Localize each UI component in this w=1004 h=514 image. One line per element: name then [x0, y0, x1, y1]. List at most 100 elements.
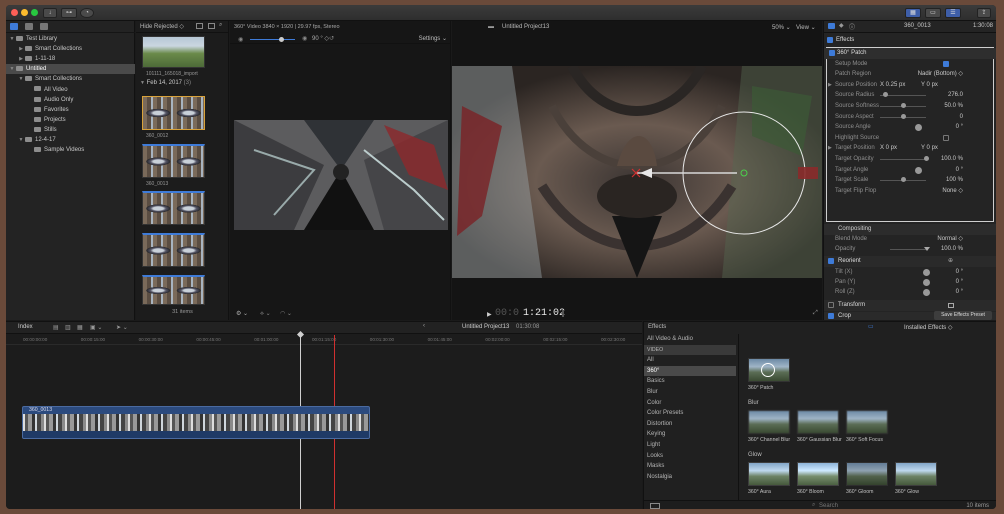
effects-category-item[interactable]: Blur [644, 387, 736, 398]
settings-menu[interactable]: Settings ⌄ [419, 35, 447, 42]
transform-row[interactable]: Transform [824, 300, 996, 311]
photos-audio-icon[interactable] [25, 23, 33, 30]
clip-thumbnail[interactable] [142, 144, 205, 178]
effects-enable-checkbox[interactable] [827, 37, 833, 43]
installed-effects-menu[interactable]: Installed Effects ◇ [904, 324, 953, 331]
effects-category-item[interactable]: VIDEO [644, 344, 736, 356]
effects-category-item[interactable]: All Video & Audio [644, 334, 736, 345]
disclosure-icon[interactable]: ▶ [828, 143, 832, 154]
effects-category-item[interactable]: Looks [644, 451, 736, 462]
param-slider-knob[interactable] [901, 103, 906, 108]
titles-generators-icon[interactable] [40, 23, 48, 30]
show-timeline-icon[interactable]: ▭ [925, 8, 941, 18]
roll-row[interactable]: Roll (Z) 0 ° [824, 287, 996, 298]
overwrite-clip-icon[interactable]: ▣ ⌄ [90, 324, 102, 331]
effect-aura[interactable] [748, 462, 790, 486]
x-value[interactable]: X 0.25 px [880, 80, 905, 91]
import-icon[interactable]: ↓ [43, 8, 57, 18]
connect-clip-icon[interactable]: ▤ [53, 324, 59, 331]
highlight-source-checkbox[interactable] [943, 134, 949, 141]
y-value[interactable]: Y 0 px [921, 143, 938, 154]
show-inspector-icon[interactable]: ☰ [945, 8, 961, 18]
blend-mode-row[interactable]: Blend Mode Normal ◇ [824, 234, 996, 245]
library-item[interactable]: ▼ Smart Collections [6, 74, 135, 84]
zoom-window-button[interactable] [31, 9, 38, 16]
video-360-frame[interactable] [234, 120, 448, 230]
disclosure-icon[interactable]: ▶ [17, 44, 25, 54]
library-item[interactable]: ▼ Test Library [6, 34, 135, 44]
append-clip-icon[interactable]: ▦ [77, 324, 83, 331]
setup-mode-checkbox[interactable] [943, 60, 949, 67]
param-value[interactable]: Nadir (Bottom) ◇ [918, 69, 963, 80]
search-icon[interactable]: ⌕ [219, 22, 222, 29]
effect-gaussian-blur[interactable] [797, 410, 839, 434]
inspector-param-row[interactable]: Target Opacity 100.0 % [824, 154, 996, 165]
inspector-param-row[interactable]: Source Aspect 0 [824, 112, 996, 123]
timeline-clip[interactable]: 360_0013 [22, 406, 370, 439]
transform-checkbox[interactable] [828, 302, 834, 308]
library-item[interactable]: ▼ 12-4-17 [6, 135, 135, 145]
inspector-param-row[interactable]: Target Flip Flop None ◇ [824, 186, 996, 197]
keywords-icon[interactable]: ⊶ [61, 8, 77, 18]
effect-gloom[interactable] [846, 462, 888, 486]
clip-thumbnail[interactable] [142, 36, 205, 68]
zoom-menu[interactable]: 50% ⌄ [772, 24, 791, 31]
compositing-header[interactable]: Compositing [824, 224, 996, 235]
reorient-row[interactable]: Reorient ⊕ [824, 256, 996, 267]
angle-dial-icon[interactable] [915, 166, 922, 174]
audio-meter-icon[interactable]: ▭ [868, 323, 874, 330]
patch-enable-checkbox[interactable] [829, 50, 835, 56]
param-value[interactable]: 50.0 % [944, 101, 963, 112]
select-tool-icon[interactable]: ➤ ⌄ [116, 324, 128, 331]
param-slider-knob[interactable] [882, 92, 888, 98]
tilt-row[interactable]: Tilt (X) 0 ° [824, 267, 996, 278]
view-menu[interactable]: View ⌄ [796, 24, 816, 31]
effects-category-item[interactable]: 360° [644, 365, 736, 377]
disclosure-icon[interactable]: ▼ [17, 135, 25, 145]
library-item[interactable]: Favorites [6, 105, 135, 115]
effects-category-item[interactable]: Color [644, 398, 736, 409]
disclosure-icon[interactable]: ▼ [8, 34, 16, 44]
effect-360-patch[interactable] [748, 358, 790, 382]
clip-thumbnail[interactable] [142, 96, 205, 130]
background-tasks-icon[interactable]: ◔ [80, 8, 94, 18]
effects-category-item[interactable]: Basics [644, 376, 736, 387]
effect-soft-focus[interactable] [846, 410, 888, 434]
pan-row[interactable]: Pan (Y) 0 ° [824, 277, 996, 288]
zoom-out-icon[interactable]: ◉ [238, 36, 243, 43]
disclosure-icon[interactable]: ▶ [17, 54, 25, 64]
fov-slider[interactable] [250, 39, 295, 40]
opacity-slider-knob[interactable] [924, 247, 930, 251]
opacity-row[interactable]: Opacity 100.0 % [824, 244, 996, 255]
video-frame[interactable] [452, 66, 822, 278]
param-value[interactable]: 100.0 % [941, 154, 963, 165]
reorient-target-icon[interactable]: ⊕ [948, 256, 953, 267]
libraries-icon[interactable] [10, 23, 18, 30]
effect-glow[interactable] [895, 462, 937, 486]
play-icon[interactable]: ▶ [487, 311, 492, 318]
library-item[interactable]: Audio Only [6, 95, 135, 105]
pan-dial-icon[interactable] [923, 279, 930, 286]
insert-clip-icon[interactable]: ▥ [65, 324, 71, 331]
color-inspector-icon[interactable]: ◆ [839, 22, 844, 29]
clip-thumbnail[interactable] [142, 191, 205, 225]
angle-value[interactable]: 90 ° ◇ [312, 35, 329, 42]
library-item[interactable]: ▶ 1-11-18 [6, 54, 135, 64]
param-value[interactable]: 0 ° [956, 165, 963, 176]
reorient-checkbox[interactable] [828, 258, 834, 264]
param-value[interactable]: None ◇ [942, 186, 963, 197]
effects-category-item[interactable]: Distortion [644, 419, 736, 430]
clip-thumbnail[interactable] [142, 275, 205, 305]
effects-search-input[interactable]: Search [819, 503, 838, 509]
y-value[interactable]: Y 0 px [921, 80, 938, 91]
param-slider-knob[interactable] [924, 156, 929, 161]
inspector-param-row[interactable]: Source Position ▶ X 0.25 px Y 0 px [824, 80, 996, 91]
index-button[interactable]: Index [18, 324, 33, 330]
param-value[interactable]: 0 ° [956, 122, 963, 133]
disclosure-icon[interactable]: ▶ [828, 80, 832, 91]
effect-bloom[interactable] [797, 462, 839, 486]
inspector-param-row[interactable]: Target Position ▶ X 0 px Y 0 px [824, 143, 996, 154]
crop-checkbox[interactable] [828, 313, 834, 319]
viewer-options-icon[interactable]: ⚙ ⌄ [236, 310, 248, 317]
effects-category-item[interactable]: Color Presets [644, 408, 736, 419]
